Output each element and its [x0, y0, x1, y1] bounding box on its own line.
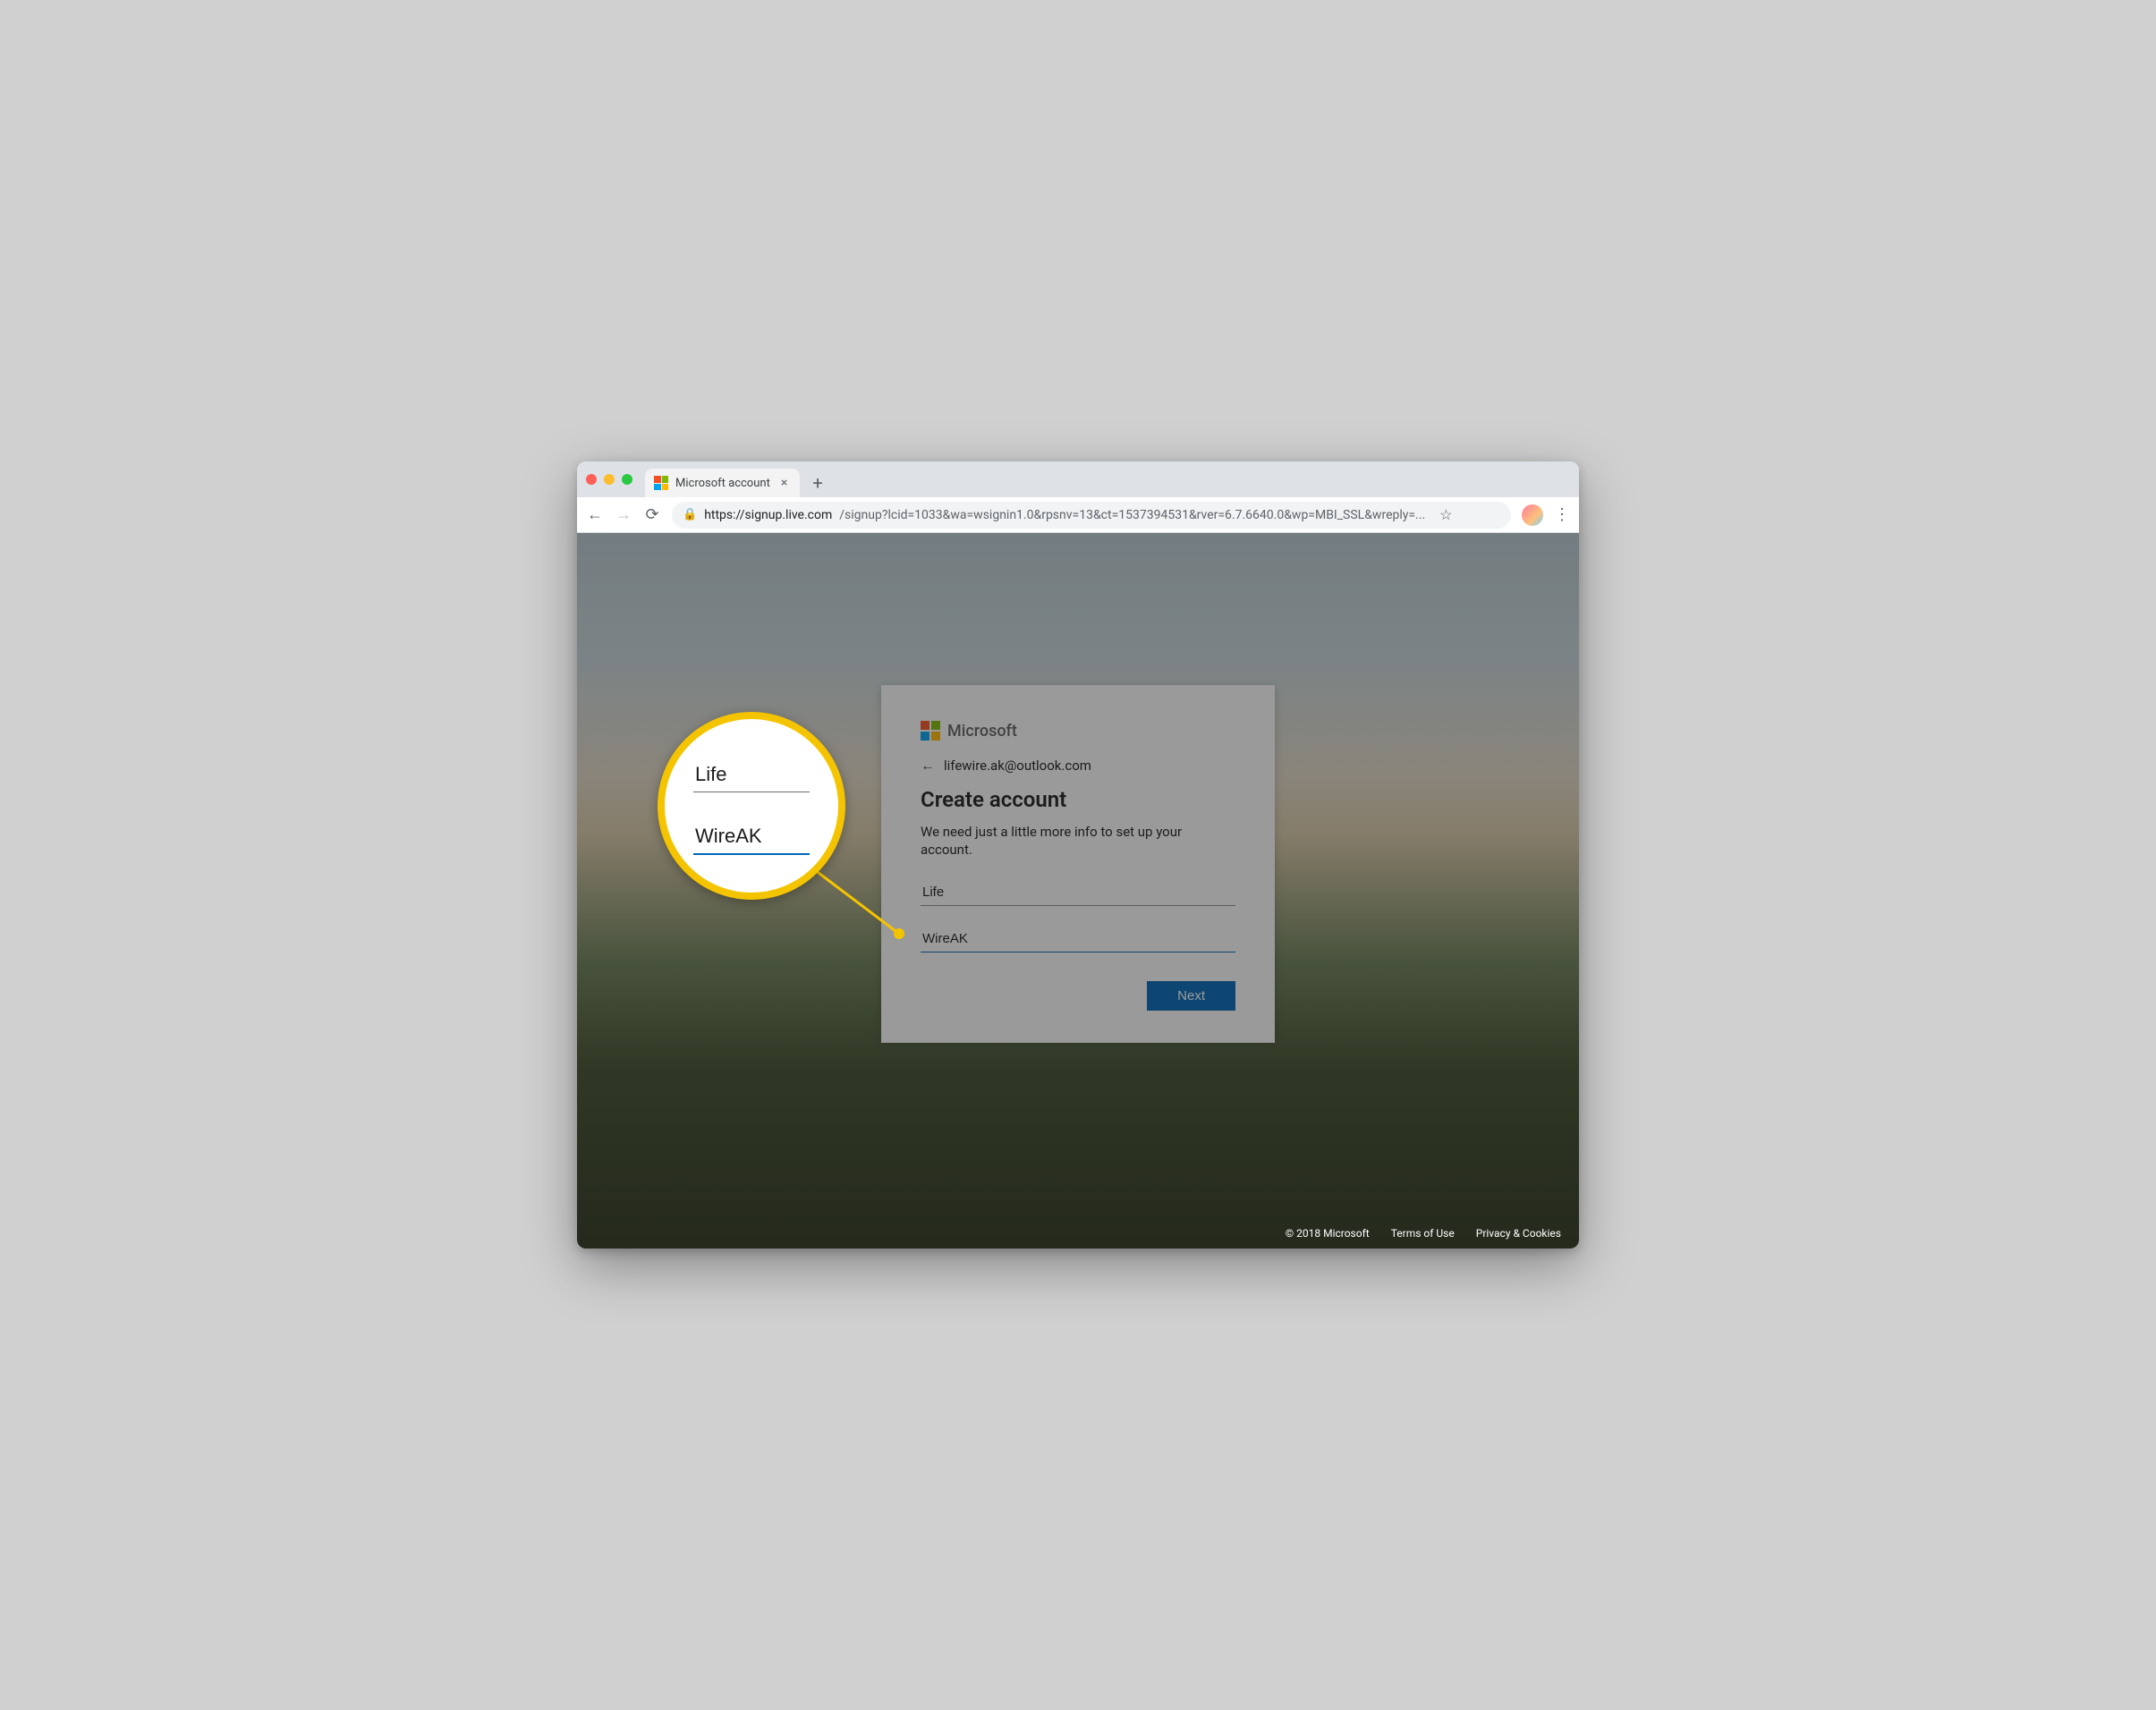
new-tab-button[interactable]: +	[812, 472, 822, 494]
forward-button: →	[615, 505, 632, 524]
back-button[interactable]: ←	[586, 505, 604, 524]
page-footer: © 2018 Microsoft Terms of Use Privacy & …	[577, 1218, 1579, 1249]
first-name-field[interactable]	[921, 879, 1235, 906]
lock-icon: 🔒	[683, 508, 697, 521]
next-button[interactable]: Next	[1147, 981, 1235, 1011]
magnified-last-name	[693, 819, 810, 855]
microsoft-logo-icon	[921, 721, 940, 741]
address-bar[interactable]: 🔒 https://signup.live.com/signup?lcid=10…	[672, 502, 1511, 529]
browser-window: Microsoft account × + ← → ⟳ 🔒 https://si…	[577, 461, 1579, 1249]
back-arrow-icon[interactable]: ←	[921, 757, 935, 775]
url-host: https://signup.live.com	[704, 508, 832, 522]
form-actions: Next	[921, 981, 1235, 1011]
microsoft-wordmark: Microsoft	[947, 722, 1017, 741]
page-heading: Create account	[921, 787, 1235, 812]
browser-menu-button[interactable]: ⋮	[1554, 505, 1570, 524]
minimize-window-button[interactable]	[604, 474, 615, 485]
reload-button[interactable]: ⟳	[643, 505, 661, 524]
magnified-first-name	[693, 758, 810, 792]
microsoft-favicon-icon	[654, 476, 668, 490]
close-tab-button[interactable]: ×	[777, 476, 791, 490]
browser-tab[interactable]: Microsoft account ×	[645, 469, 800, 497]
account-email: lifewire.ak@outlook.com	[944, 758, 1091, 774]
identity-row: ← lifewire.ak@outlook.com	[921, 757, 1235, 775]
signup-card: Microsoft ← lifewire.ak@outlook.com Crea…	[881, 685, 1275, 1043]
footer-copyright: © 2018 Microsoft	[1286, 1227, 1370, 1240]
profile-avatar[interactable]	[1522, 504, 1543, 526]
titlebar: Microsoft account × +	[577, 461, 1579, 497]
terms-of-use-link[interactable]: Terms of Use	[1391, 1227, 1455, 1240]
page-content: Microsoft ← lifewire.ak@outlook.com Crea…	[577, 533, 1579, 1249]
maximize-window-button[interactable]	[622, 474, 632, 485]
close-window-button[interactable]	[586, 474, 597, 485]
browser-toolbar: ← → ⟳ 🔒 https://signup.live.com/signup?l…	[577, 497, 1579, 533]
privacy-cookies-link[interactable]: Privacy & Cookies	[1476, 1227, 1561, 1240]
page-subtext: We need just a little more info to set u…	[921, 823, 1235, 859]
url-path: /signup?lcid=1033&wa=wsignin1.0&rpsnv=13…	[839, 508, 1425, 522]
window-controls	[586, 474, 632, 485]
last-name-field[interactable]	[921, 926, 1235, 952]
bookmark-star-icon[interactable]: ☆	[1439, 506, 1452, 523]
magnifier-callout	[658, 712, 845, 900]
tab-title: Microsoft account	[675, 477, 770, 490]
microsoft-brand: Microsoft	[921, 721, 1235, 741]
